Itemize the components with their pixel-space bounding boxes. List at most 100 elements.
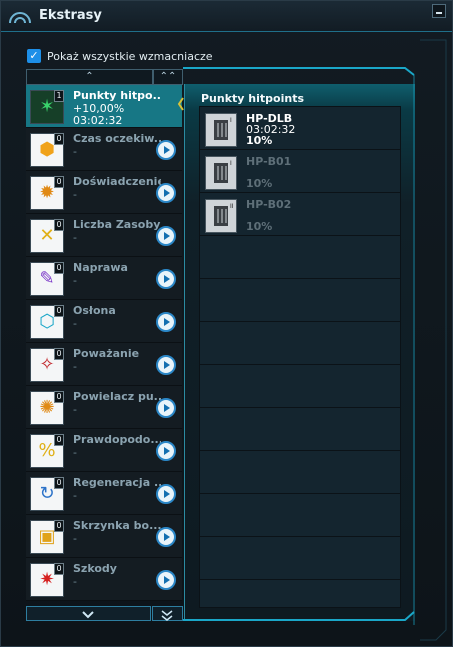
booster-item-icon: II — [205, 199, 237, 233]
item-name: Skrzynka bo... — [73, 519, 161, 532]
booster-percent: 10% — [246, 134, 273, 147]
booster-count-badge: 0 — [54, 434, 64, 446]
item-name: Szkody — [73, 562, 117, 575]
double-chevron-down-icon — [161, 610, 173, 621]
list-item[interactable]: ✹ 0 Doświadczenie - — [26, 171, 182, 214]
title-bar[interactable]: Ekstrasy — [1, 1, 452, 32]
play-icon[interactable] — [156, 398, 176, 418]
booster-slot[interactable]: I HP-DLB 03:02:32 10% — [199, 108, 399, 150]
multiplier-icon: ✺ 0 — [30, 391, 64, 425]
item-value: - — [73, 403, 77, 416]
item-name: Czas oczekiw... — [73, 132, 161, 145]
booster-item-icon: I — [205, 113, 237, 147]
svg-text:II: II — [230, 203, 234, 210]
window-title: Ekstrasy — [39, 8, 102, 23]
show-all-checkbox[interactable]: ✓ — [27, 49, 41, 63]
list-item[interactable]: ✕ 0 Liczba Zasoby - — [26, 214, 182, 257]
booster-count-badge: 0 — [54, 348, 64, 360]
list-item[interactable]: ✶ 1 Punkty hitpo... +10,00% 03:02:32 — [26, 85, 182, 128]
list-item[interactable]: ⬡ 0 Osłona - — [26, 300, 182, 343]
show-all-label: Pokaż wszystkie wzmacniacze — [47, 50, 213, 63]
item-name: Doświadczenie — [73, 175, 161, 188]
booster-name: HP-B02 — [246, 198, 292, 211]
item-value: - — [73, 145, 77, 158]
list-item[interactable]: ✷ 0 Szkody - — [26, 558, 182, 601]
booster-percent: 10% — [246, 220, 273, 233]
chevron-up-icon: ⌃ — [85, 71, 94, 82]
scroll-down-button[interactable] — [26, 606, 151, 621]
play-icon[interactable] — [156, 226, 176, 246]
booster-count-badge: 0 — [54, 219, 64, 231]
minimize-icon[interactable] — [432, 4, 446, 18]
repair-icon: ✎ 0 — [30, 262, 64, 296]
item-name: Punkty hitpo... — [73, 89, 161, 102]
shield-icon: ⬡ 0 — [30, 305, 64, 339]
list-item[interactable]: ↻ 0 Regeneracja ... - — [26, 472, 182, 515]
boosters-window: Ekstrasy ✓ Pokaż wszystkie wzmacniacze ⌃… — [0, 0, 453, 647]
damage-icon: ✷ 0 — [30, 563, 64, 597]
item-value: - — [73, 360, 77, 373]
detail-title: Punkty hitpoints — [201, 92, 304, 105]
honor-icon: ✧ 0 — [30, 348, 64, 382]
booster-count-badge: 0 — [54, 176, 64, 188]
list-item[interactable]: ✎ 0 Naprawa - — [26, 257, 182, 300]
item-value: - — [73, 446, 77, 459]
play-icon[interactable] — [156, 269, 176, 289]
scroll-up-button[interactable]: ⌃ — [26, 69, 153, 85]
play-icon[interactable] — [156, 140, 176, 160]
list-item[interactable]: % 0 Prawdopodo... - — [26, 429, 182, 472]
booster-slot[interactable]: I HP-B01 10% — [199, 151, 399, 193]
bonus-box-icon: ▣ 0 — [30, 520, 64, 554]
item-value: - — [73, 532, 77, 545]
play-icon[interactable] — [156, 183, 176, 203]
booster-count-badge: 0 — [54, 477, 64, 489]
item-name: Powielacz pu... — [73, 390, 161, 403]
window-logo-icon — [9, 12, 31, 24]
play-icon[interactable] — [156, 570, 176, 590]
cooldown-icon: ⬢ 0 — [30, 133, 64, 167]
double-chevron-up-icon: ⌃⌃ — [159, 71, 177, 82]
item-value: - — [73, 575, 77, 588]
list-item[interactable]: ✧ 0 Poważanie - — [26, 343, 182, 386]
booster-count-badge: 0 — [54, 133, 64, 145]
svg-text:I: I — [230, 117, 232, 124]
booster-percent: 10% — [246, 177, 273, 190]
scroll-top-button[interactable]: ⌃⌃ — [153, 69, 183, 85]
play-icon[interactable] — [156, 441, 176, 461]
play-icon[interactable] — [156, 312, 176, 332]
booster-category-list: ✶ 1 Punkty hitpo... +10,00% 03:02:32 ⬢ 0 Czas o… — [26, 85, 182, 605]
booster-count-badge: 1 — [54, 90, 64, 102]
booster-count-badge: 0 — [54, 391, 64, 403]
svg-text:I: I — [230, 160, 232, 167]
list-item[interactable]: ▣ 0 Skrzynka bo... - — [26, 515, 182, 558]
item-value: - — [73, 317, 77, 330]
probability-icon: % 0 — [30, 434, 64, 468]
item-name: Prawdopodo... — [73, 433, 161, 446]
booster-count-badge: 0 — [54, 563, 64, 575]
booster-detail-panel: Punkty hitpoints I HP-DLB 03:02:32 10% I HP-B… — [184, 84, 415, 621]
scroll-bottom-button[interactable] — [152, 606, 183, 621]
item-time: 03:02:32 — [73, 114, 123, 127]
item-name: Naprawa — [73, 261, 128, 274]
play-icon[interactable] — [156, 527, 176, 547]
item-name: Regeneracja ... — [73, 476, 161, 489]
item-name: Osłona — [73, 304, 116, 317]
play-icon[interactable] — [156, 355, 176, 375]
play-icon[interactable] — [156, 484, 176, 504]
booster-count-badge: 0 — [54, 520, 64, 532]
item-value: - — [73, 188, 77, 201]
item-value: - — [73, 231, 77, 244]
chevron-down-icon — [82, 611, 94, 619]
list-item[interactable]: ⬢ 0 Czas oczekiw... - — [26, 128, 182, 171]
booster-count-badge: 0 — [54, 305, 64, 317]
resources-icon: ✕ 0 — [30, 219, 64, 253]
booster-count-badge: 0 — [54, 262, 64, 274]
experience-icon: ✹ 0 — [30, 176, 64, 210]
hitpoints-icon: ✶ 1 — [30, 90, 64, 124]
booster-name: HP-B01 — [246, 155, 292, 168]
booster-slot[interactable]: II HP-B02 10% — [199, 194, 399, 236]
item-name: Poważanie — [73, 347, 140, 360]
list-item[interactable]: ✺ 0 Powielacz pu... - — [26, 386, 182, 429]
booster-item-icon: I — [205, 156, 237, 190]
item-name: Liczba Zasoby — [73, 218, 161, 231]
